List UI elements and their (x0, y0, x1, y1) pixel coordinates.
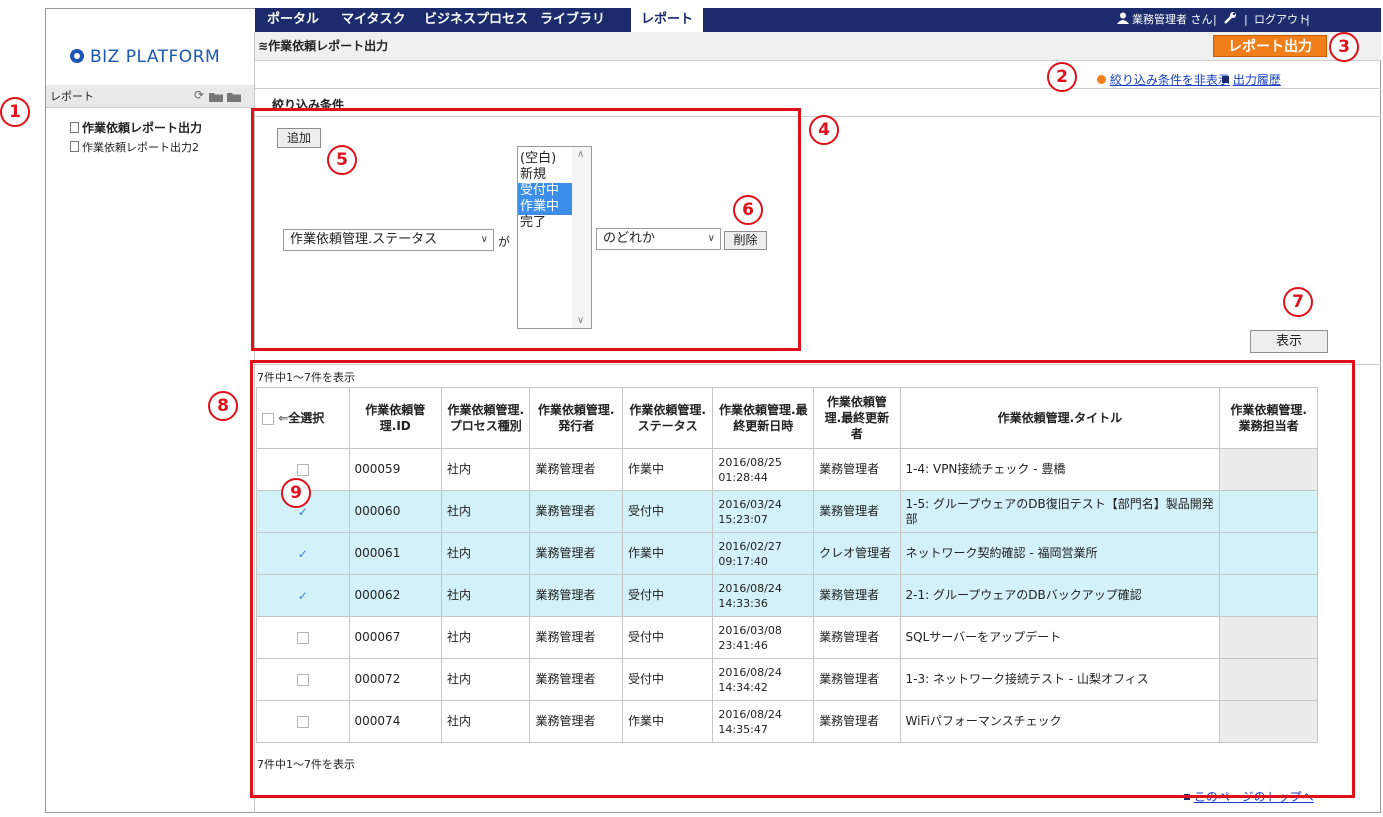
history-link[interactable]: 出力履歴 (1233, 73, 1281, 87)
refresh-icon[interactable]: ⟳ (194, 88, 204, 102)
logout-link[interactable]: ログアウト (1254, 8, 1309, 32)
user-icon (1117, 8, 1129, 32)
report-output-button[interactable]: レポート出力 (1213, 35, 1327, 57)
annotation-marker-3: 3 (1329, 32, 1359, 62)
annotation-marker-2: 2 (1047, 62, 1077, 92)
document-icon (70, 122, 79, 133)
annotation-marker-8: 8 (208, 391, 238, 421)
annotation-marker-9: 9 (281, 478, 311, 508)
logo-mark-icon (70, 49, 84, 63)
sidebar-title: レポート (50, 90, 94, 103)
annotation-marker-6: 6 (733, 195, 763, 225)
highlight-box-results (250, 360, 1355, 798)
add-folder-icon[interactable] (209, 91, 223, 105)
wrench-icon[interactable] (1223, 8, 1237, 32)
nav-separator: | (1306, 13, 1310, 26)
square-bullet-icon (1222, 76, 1229, 83)
sidebar-header: レポート ⟳ (46, 85, 254, 108)
annotation-marker-5: 5 (327, 145, 357, 175)
tab-portal[interactable]: ポータル (267, 8, 319, 32)
history-link-wrap[interactable]: 出力履歴 (1222, 71, 1281, 88)
layers-icon: ≋ (258, 39, 269, 53)
toggle-icon (1097, 75, 1106, 84)
document-icon (70, 141, 79, 152)
show-button[interactable]: 表示 (1250, 330, 1328, 353)
hide-filter-link[interactable]: 絞り込み条件を非表示 (1110, 73, 1230, 87)
top-nav: ポータル マイタスク ビジネスプロセス ライブラリ レポート 業務管理者 さん … (255, 8, 1381, 32)
annotation-marker-1: 1 (0, 97, 30, 127)
page-title: ≋作業依頼レポート出力 (258, 39, 389, 53)
annotation-marker-7: 7 (1283, 287, 1313, 317)
tab-library[interactable]: ライブラリ (540, 8, 605, 32)
highlight-box-filter (251, 108, 801, 351)
user-name[interactable]: 業務管理者 さん (1132, 8, 1213, 32)
logo-text: BIZ PLATFORM (90, 47, 221, 67)
annotation-marker-4: 4 (809, 115, 839, 145)
tab-report[interactable]: レポート (631, 8, 704, 32)
sidebar-item-label: 作業依頼レポート出力2 (82, 141, 199, 154)
divider (255, 88, 1381, 89)
nav-separator: | (1244, 13, 1248, 26)
sidebar-item-report-2[interactable]: 作業依頼レポート出力2 (70, 139, 199, 155)
folder-icon[interactable] (227, 91, 241, 105)
tab-business-process[interactable]: ビジネスプロセス (424, 8, 528, 32)
sidebar-item-report-1[interactable]: 作業依頼レポート出力 (70, 119, 202, 136)
sidebar-item-label: 作業依頼レポート出力 (82, 121, 203, 135)
hide-filter-link-wrap[interactable]: 絞り込み条件を非表示 (1097, 71, 1230, 88)
nav-separator: | (1213, 13, 1217, 26)
tab-mytask[interactable]: マイタスク (341, 8, 405, 32)
logo[interactable]: BIZ PLATFORM (70, 46, 220, 68)
